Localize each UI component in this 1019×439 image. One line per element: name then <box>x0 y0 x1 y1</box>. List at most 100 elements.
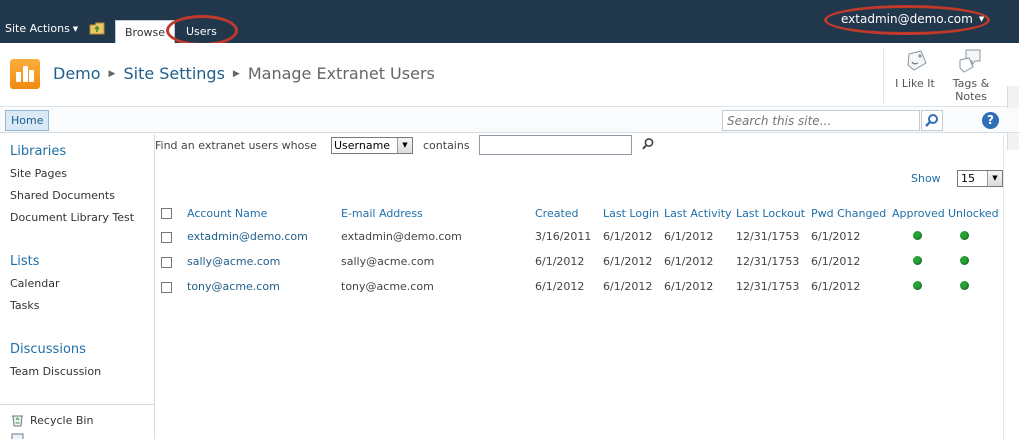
table-row: extadmin@demo.com extadmin@demo.com 3/16… <box>155 224 1004 249</box>
help-icon[interactable]: ? <box>982 112 999 129</box>
ql-item-recycle-bin[interactable]: Recycle Bin <box>30 414 93 427</box>
unlocked-cell <box>948 274 1004 299</box>
column-header[interactable]: Created <box>535 202 603 224</box>
select-all-cell <box>155 202 187 224</box>
column-header[interactable]: E-mail Address <box>341 202 535 224</box>
created-cell: 6/1/2012 <box>535 255 585 268</box>
filter-label: Find an extranet users whose <box>155 139 317 152</box>
created-cell: 6/1/2012 <box>535 280 585 293</box>
last-activity-cell: 6/1/2012 <box>664 255 714 268</box>
search-icon[interactable] <box>641 137 655 151</box>
table-header-row: Account Name E-mail Address Created Last… <box>155 202 1004 224</box>
table-row: sally@acme.com sally@acme.com 6/1/2012 6… <box>155 249 1004 274</box>
unlocked-status-icon <box>960 256 969 265</box>
i-like-it-label: I Like It <box>895 77 935 90</box>
column-header[interactable]: Pwd Changed <box>811 202 892 224</box>
i-like-it-button[interactable]: I Like It <box>893 48 937 90</box>
ql-item-document-library-test[interactable]: Document Library Test <box>10 211 134 224</box>
notes-label: Notes <box>955 90 987 103</box>
filter-field-select[interactable]: Username ▼ <box>331 137 413 154</box>
top-navigation: Home ? <box>0 108 1019 133</box>
all-site-content-icon <box>11 433 24 439</box>
ribbon-bar: Site Actions ▼ Browse Users extadmin@demo… <box>0 0 1019 43</box>
chevron-down-icon: ▼ <box>987 171 1002 186</box>
approved-cell <box>892 249 948 274</box>
search-button[interactable] <box>921 110 943 131</box>
navigate-up-icon[interactable] <box>89 21 105 35</box>
ql-item-shared-documents[interactable]: Shared Documents <box>10 189 115 202</box>
page-size-select[interactable]: 15 ▼ <box>957 170 1003 187</box>
site-logo-icon[interactable] <box>10 59 40 89</box>
site-actions-label: Site Actions <box>5 22 70 35</box>
last-login-cell: 6/1/2012 <box>603 280 653 293</box>
pwd-changed-cell: 6/1/2012 <box>811 280 861 293</box>
show-label[interactable]: Show <box>911 172 941 185</box>
last-login-cell: 6/1/2012 <box>603 230 653 243</box>
last-lockout-cell: 12/31/1753 <box>736 255 800 268</box>
approved-status-icon <box>913 231 922 240</box>
last-login-cell: 6/1/2012 <box>603 255 653 268</box>
breadcrumb-site-settings[interactable]: Site Settings <box>123 64 224 83</box>
row-checkbox[interactable] <box>161 231 172 243</box>
pwd-changed-cell: 6/1/2012 <box>811 230 861 243</box>
title-area: Demo ▶ Site Settings ▶ Manage Extranet Users… <box>0 43 1019 150</box>
unlocked-cell <box>948 249 1004 274</box>
ql-item-calendar[interactable]: Calendar <box>10 277 59 290</box>
page-size-value: 15 <box>961 172 975 185</box>
tab-users[interactable]: Users <box>177 20 226 43</box>
account-link[interactable]: tony@acme.com <box>187 280 280 293</box>
row-select-cell <box>155 224 187 249</box>
column-header[interactable]: Last Lockout <box>736 202 811 224</box>
quick-launch: Libraries Site Pages Shared Documents Do… <box>0 134 155 439</box>
search-icon <box>925 114 938 127</box>
ql-heading-libraries[interactable]: Libraries <box>10 144 66 159</box>
pwd-changed-cell: 6/1/2012 <box>811 255 861 268</box>
filter-field-value: Username <box>334 139 391 152</box>
breadcrumb: Demo ▶ Site Settings ▶ Manage Extranet Users <box>53 64 435 83</box>
account-link[interactable]: sally@acme.com <box>187 255 280 268</box>
breadcrumb-site[interactable]: Demo <box>53 64 101 83</box>
unlocked-status-icon <box>960 231 969 240</box>
user-menu[interactable]: extadmin@demo.com ▼ <box>841 12 984 26</box>
chevron-down-icon: ▼ <box>978 15 985 23</box>
ql-item-site-pages[interactable]: Site Pages <box>10 167 67 180</box>
tab-browse[interactable]: Browse <box>115 20 176 43</box>
select-all-checkbox[interactable] <box>161 208 172 219</box>
last-activity-cell: 6/1/2012 <box>664 230 714 243</box>
ql-item-tasks[interactable]: Tasks <box>10 299 39 312</box>
last-lockout-cell: 12/31/1753 <box>736 280 800 293</box>
row-checkbox[interactable] <box>161 256 172 268</box>
ql-heading-discussions[interactable]: Discussions <box>10 342 86 357</box>
recycle-bin-icon <box>12 415 23 427</box>
last-activity-cell: 6/1/2012 <box>664 280 714 293</box>
column-header[interactable]: Approved <box>892 202 948 224</box>
column-header[interactable]: Unlocked <box>948 202 1004 224</box>
approved-status-icon <box>913 281 922 290</box>
account-cell: sally@acme.com <box>187 249 341 274</box>
user-menu-label: extadmin@demo.com <box>841 12 973 26</box>
site-search-input[interactable] <box>722 110 920 131</box>
row-select-cell <box>155 274 187 299</box>
account-cell: extadmin@demo.com <box>187 224 341 249</box>
row-checkbox[interactable] <box>161 281 172 293</box>
tags-label: Tags & <box>952 77 990 90</box>
ql-heading-lists[interactable]: Lists <box>10 254 40 269</box>
page-title: Manage Extranet Users <box>247 64 435 83</box>
last-lockout-cell: 12/31/1753 <box>736 230 800 243</box>
users-table: Account Name E-mail Address Created Last… <box>155 202 1004 299</box>
created-cell: 3/16/2011 <box>535 230 592 243</box>
approved-cell <box>892 224 948 249</box>
nav-home[interactable]: Home <box>5 110 50 131</box>
unlocked-cell <box>948 224 1004 249</box>
divider <box>0 404 154 405</box>
tags-notes-button[interactable]: Tags & Notes <box>945 48 997 103</box>
ql-item-team-discussion[interactable]: Team Discussion <box>10 365 101 378</box>
account-link[interactable]: extadmin@demo.com <box>187 230 308 243</box>
site-actions-menu[interactable]: Site Actions ▼ <box>5 22 78 35</box>
filter-value-input[interactable] <box>479 135 632 155</box>
column-header[interactable]: Account Name <box>187 202 341 224</box>
tags-notes-icon <box>959 49 981 73</box>
breadcrumb-separator-icon: ▶ <box>232 69 240 79</box>
column-header[interactable]: Last Activity <box>664 202 736 224</box>
column-header[interactable]: Last Login <box>603 202 664 224</box>
